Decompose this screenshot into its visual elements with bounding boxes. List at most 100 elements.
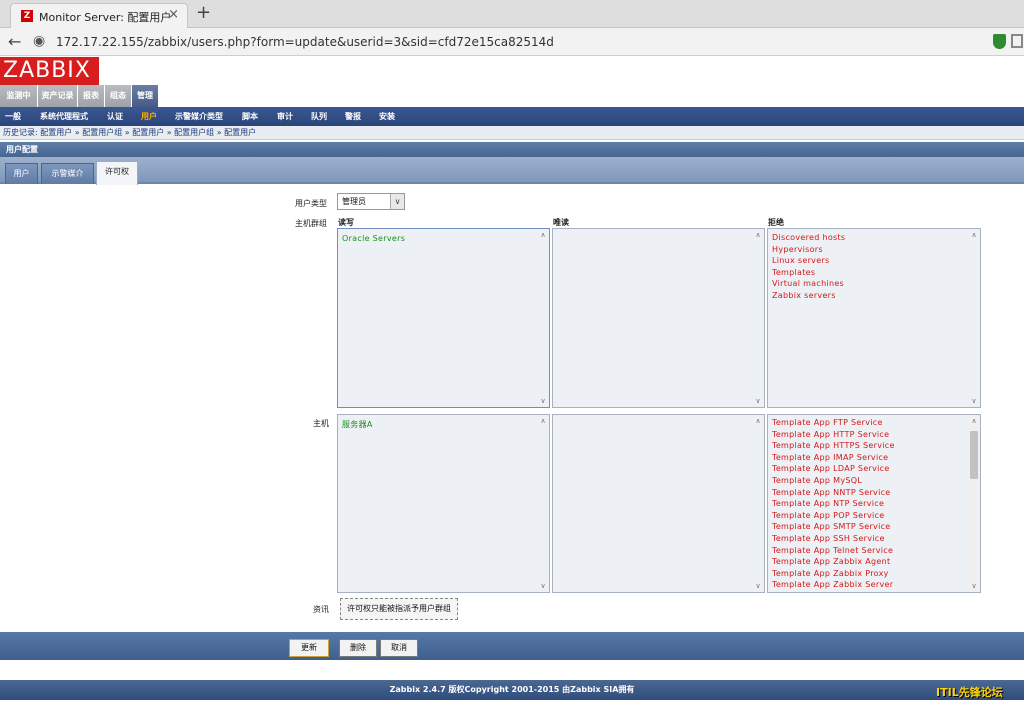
host-deny-list[interactable]: Template App FTP Service Template App HT… bbox=[767, 414, 981, 593]
button-bar bbox=[0, 632, 1024, 660]
delete-button[interactable]: 删除 bbox=[339, 639, 377, 657]
chevron-down-icon[interactable]: ∨ bbox=[390, 194, 404, 209]
scroll-down-icon[interactable]: ∨ bbox=[537, 580, 549, 592]
scroll-up-icon[interactable]: ∧ bbox=[537, 415, 549, 427]
scrollbar[interactable]: ∧ ∨ bbox=[537, 415, 549, 592]
submenu-general[interactable]: 一般 bbox=[5, 107, 21, 126]
address-bar: ← ◉ 172.17.22.155/zabbix/users.php?form=… bbox=[0, 28, 1024, 56]
list-item[interactable]: Zabbix servers bbox=[772, 291, 836, 300]
hosts-label: 主机 bbox=[313, 419, 329, 428]
col-deny: 拒绝 bbox=[768, 218, 784, 227]
browser-tab-bar: Z Monitor Server: 配置用户 × + bbox=[0, 0, 1024, 28]
scrollbar[interactable]: ∧ ∨ bbox=[968, 415, 980, 592]
form-tabs: 用户 示警媒介 许可权 bbox=[0, 157, 1024, 185]
submenu-installation[interactable]: 安装 bbox=[379, 107, 395, 126]
user-type-select[interactable]: 管理员 ∨ bbox=[337, 193, 405, 210]
list-item[interactable]: Template App NNTP Service bbox=[772, 488, 891, 497]
col-read-write: 读写 bbox=[338, 218, 354, 227]
submenu-authentication[interactable]: 认证 bbox=[107, 107, 123, 126]
menu-administration[interactable]: 管理 bbox=[132, 85, 159, 107]
info-label: 资讯 bbox=[313, 605, 329, 614]
scrollbar[interactable]: ∧ ∨ bbox=[968, 229, 980, 407]
list-item[interactable]: Template App Zabbix Agent bbox=[772, 557, 890, 566]
col-read-only: 唯读 bbox=[553, 218, 569, 227]
menu-configuration[interactable]: 组态 bbox=[105, 85, 132, 107]
zabbix-favicon-icon: Z bbox=[21, 10, 33, 22]
cancel-button[interactable]: 取消 bbox=[380, 639, 418, 657]
extension-icon[interactable] bbox=[1011, 34, 1023, 48]
scroll-down-icon[interactable]: ∨ bbox=[968, 580, 980, 592]
list-item[interactable]: Template App Telnet Service bbox=[772, 546, 893, 555]
hostgroup-rw-list[interactable]: Oracle Servers ∧ ∨ bbox=[337, 228, 550, 408]
list-item[interactable]: Template App SSH Service bbox=[772, 534, 885, 543]
submenu-proxies[interactable]: 系统代理程式 bbox=[40, 107, 88, 126]
list-item[interactable]: Template App Zabbix Server bbox=[772, 580, 893, 589]
list-item[interactable]: Virtual machines bbox=[772, 279, 844, 288]
list-item[interactable]: Template App HTTPS Service bbox=[772, 441, 895, 450]
close-tab-icon[interactable]: × bbox=[168, 7, 179, 22]
zabbix-logo: ZABBIX bbox=[0, 57, 99, 85]
scroll-up-icon[interactable]: ∧ bbox=[968, 415, 980, 427]
info-text: 许可权只能被指派予用户群组 bbox=[340, 598, 458, 620]
scroll-up-icon[interactable]: ∧ bbox=[752, 229, 764, 241]
scroll-up-icon[interactable]: ∧ bbox=[968, 229, 980, 241]
footer: Zabbix 2.4.7 版权Copyright 2001-2015 由Zabb… bbox=[0, 680, 1024, 700]
scroll-down-icon[interactable]: ∨ bbox=[752, 395, 764, 407]
list-item[interactable]: 服务器A bbox=[342, 419, 373, 430]
tab-permissions[interactable]: 许可权 bbox=[96, 161, 138, 185]
list-item[interactable]: Template App Zabbix Proxy bbox=[772, 569, 889, 578]
scrollbar[interactable]: ∧ ∨ bbox=[537, 229, 549, 407]
list-item[interactable]: Discovered hosts bbox=[772, 233, 845, 242]
page-title: 用户配置 bbox=[0, 142, 1024, 157]
sub-menu: 一般 系统代理程式 认证 用户 示警媒介类型 脚本 审计 队列 警报 安装 bbox=[0, 107, 1024, 126]
list-item[interactable]: Hypervisors bbox=[772, 245, 823, 254]
new-tab-icon[interactable]: + bbox=[196, 3, 211, 23]
scroll-up-icon[interactable]: ∧ bbox=[752, 415, 764, 427]
page-info-icon[interactable]: ◉ bbox=[33, 33, 45, 49]
host-ro-list[interactable]: ∧ ∨ bbox=[552, 414, 765, 593]
scrollbar[interactable]: ∧ ∨ bbox=[752, 229, 764, 407]
host-rw-list[interactable]: 服务器A ∧ ∨ bbox=[337, 414, 550, 593]
main-menu: 监测中 资产记录 报表 组态 管理 bbox=[0, 85, 1024, 107]
list-item[interactable]: Template App HTTP Service bbox=[772, 430, 889, 439]
shield-icon[interactable] bbox=[993, 34, 1006, 49]
list-item[interactable]: Template App FTP Service bbox=[772, 418, 883, 427]
tab-media[interactable]: 示警媒介 bbox=[41, 163, 94, 184]
scrollbar-thumb[interactable] bbox=[970, 431, 978, 479]
user-type-value: 管理员 bbox=[342, 197, 366, 206]
menu-reports[interactable]: 报表 bbox=[78, 85, 105, 107]
host-groups-label: 主机群组 bbox=[295, 219, 327, 228]
submenu-notifications[interactable]: 警报 bbox=[345, 107, 361, 126]
url-field[interactable]: 172.17.22.155/zabbix/users.php?form=upda… bbox=[56, 35, 554, 49]
submenu-media-types[interactable]: 示警媒介类型 bbox=[175, 107, 223, 126]
scroll-down-icon[interactable]: ∨ bbox=[968, 395, 980, 407]
watermark: ITIL先锋论坛 bbox=[936, 686, 1003, 699]
history-breadcrumb[interactable]: 历史记录: 配置用户 » 配置用户组 » 配置用户 » 配置用户组 » 配置用户 bbox=[0, 126, 1024, 140]
submenu-users[interactable]: 用户 bbox=[141, 107, 157, 126]
scroll-down-icon[interactable]: ∨ bbox=[537, 395, 549, 407]
list-item[interactable]: Oracle Servers bbox=[342, 234, 405, 243]
submenu-queue[interactable]: 队列 bbox=[311, 107, 327, 126]
scrollbar[interactable]: ∧ ∨ bbox=[752, 415, 764, 592]
back-arrow-icon[interactable]: ← bbox=[8, 32, 21, 51]
tab-user[interactable]: 用户 bbox=[5, 163, 38, 184]
list-item[interactable]: Linux servers bbox=[772, 256, 830, 265]
tab-title: Monitor Server: 配置用户 bbox=[39, 11, 172, 24]
scroll-up-icon[interactable]: ∧ bbox=[537, 229, 549, 241]
list-item[interactable]: Template App IMAP Service bbox=[772, 453, 888, 462]
menu-monitoring[interactable]: 监测中 bbox=[0, 85, 38, 107]
scroll-down-icon[interactable]: ∨ bbox=[752, 580, 764, 592]
submenu-scripts[interactable]: 脚本 bbox=[242, 107, 258, 126]
browser-tab[interactable]: Z Monitor Server: 配置用户 × bbox=[10, 3, 188, 28]
hostgroup-deny-list[interactable]: Discovered hosts Hypervisors Linux serve… bbox=[767, 228, 981, 408]
update-button[interactable]: 更新 bbox=[289, 639, 329, 657]
list-item[interactable]: Template App NTP Service bbox=[772, 499, 884, 508]
list-item[interactable]: Template App LDAP Service bbox=[772, 464, 890, 473]
list-item[interactable]: Template App SMTP Service bbox=[772, 522, 891, 531]
hostgroup-ro-list[interactable]: ∧ ∨ bbox=[552, 228, 765, 408]
menu-inventory[interactable]: 资产记录 bbox=[38, 85, 78, 107]
list-item[interactable]: Templates bbox=[772, 268, 815, 277]
list-item[interactable]: Template App POP Service bbox=[772, 511, 884, 520]
list-item[interactable]: Template App MySQL bbox=[772, 476, 862, 485]
submenu-audit[interactable]: 审计 bbox=[277, 107, 293, 126]
